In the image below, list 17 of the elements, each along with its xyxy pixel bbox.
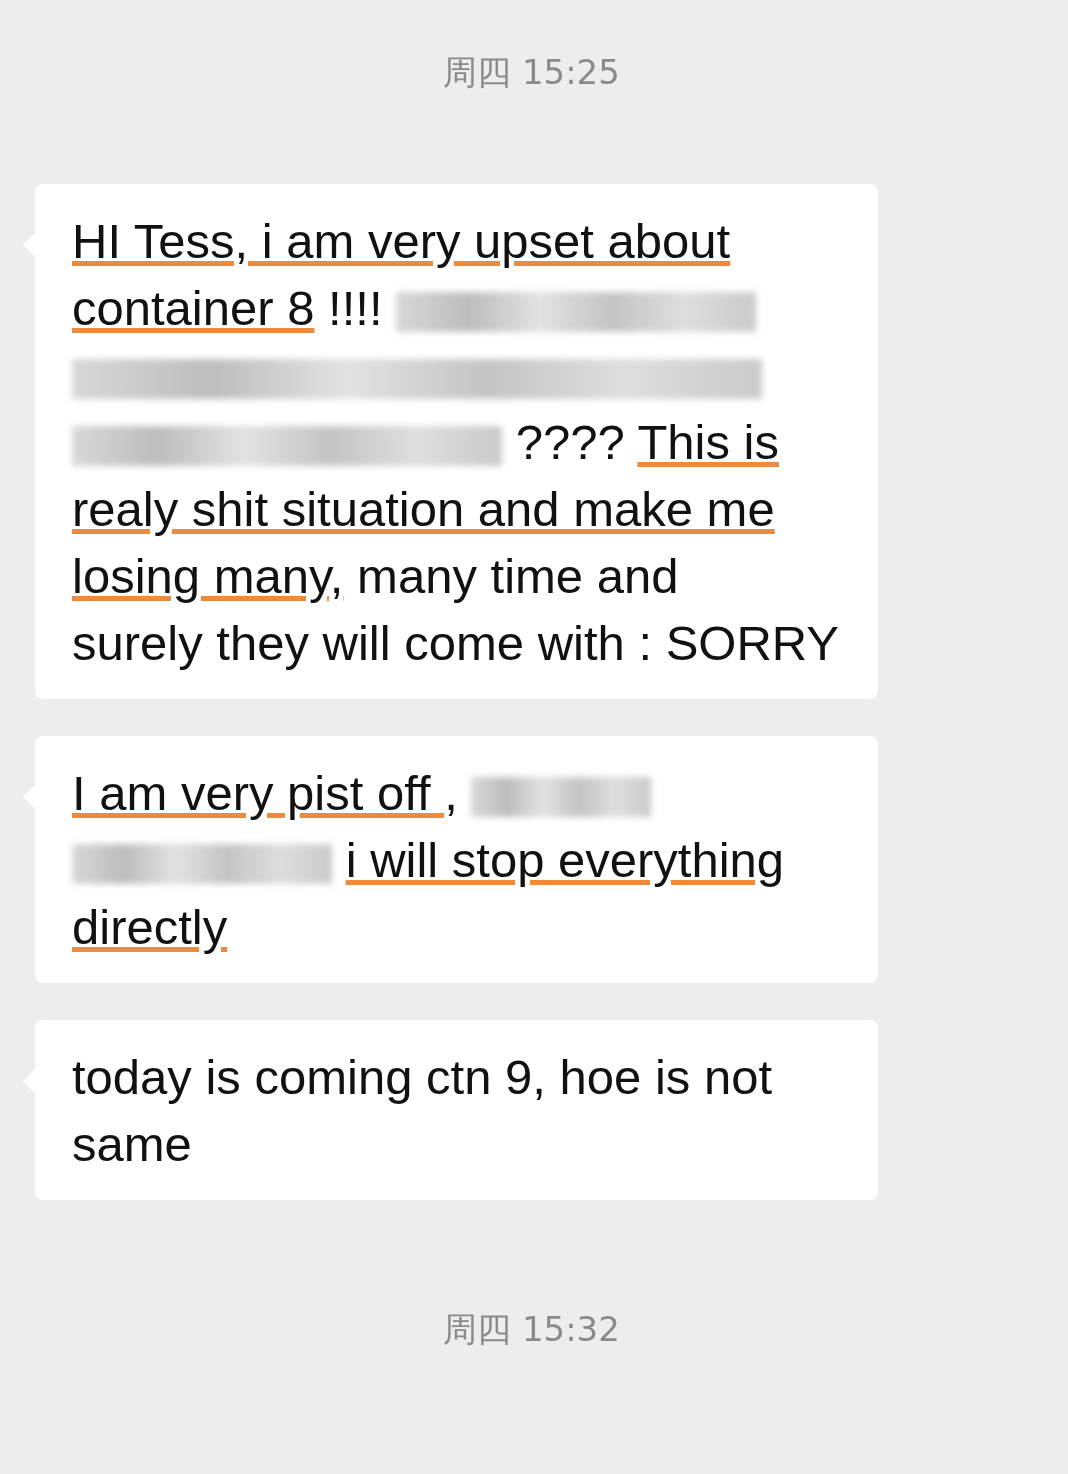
underlined-text: losing many, <box>72 549 344 603</box>
underlined-text: I am very pist off , <box>72 766 458 820</box>
message-text: many time and <box>357 549 679 603</box>
underlined-text: directly <box>72 900 228 954</box>
message-text: !!!! <box>328 281 383 335</box>
timestamp: 周四 15:25 <box>442 51 621 94</box>
underlined-text: This is <box>637 415 779 469</box>
underlined-text: HI Tess, i am very upset about <box>72 214 731 268</box>
message-text: same <box>72 1117 192 1171</box>
message-text: today is coming ctn 9, hoe is not <box>72 1050 772 1104</box>
underlined-text: i will stop everything <box>345 833 785 887</box>
timestamp: 周四 15:32 <box>442 1308 621 1351</box>
message-text: ???? <box>515 415 625 469</box>
underlined-text: realy shit situation and make me <box>72 482 775 536</box>
underlined-text: container 8 <box>72 281 315 335</box>
message-text: surely they will come with : <box>72 616 652 670</box>
message-text: SORRY <box>665 616 839 670</box>
